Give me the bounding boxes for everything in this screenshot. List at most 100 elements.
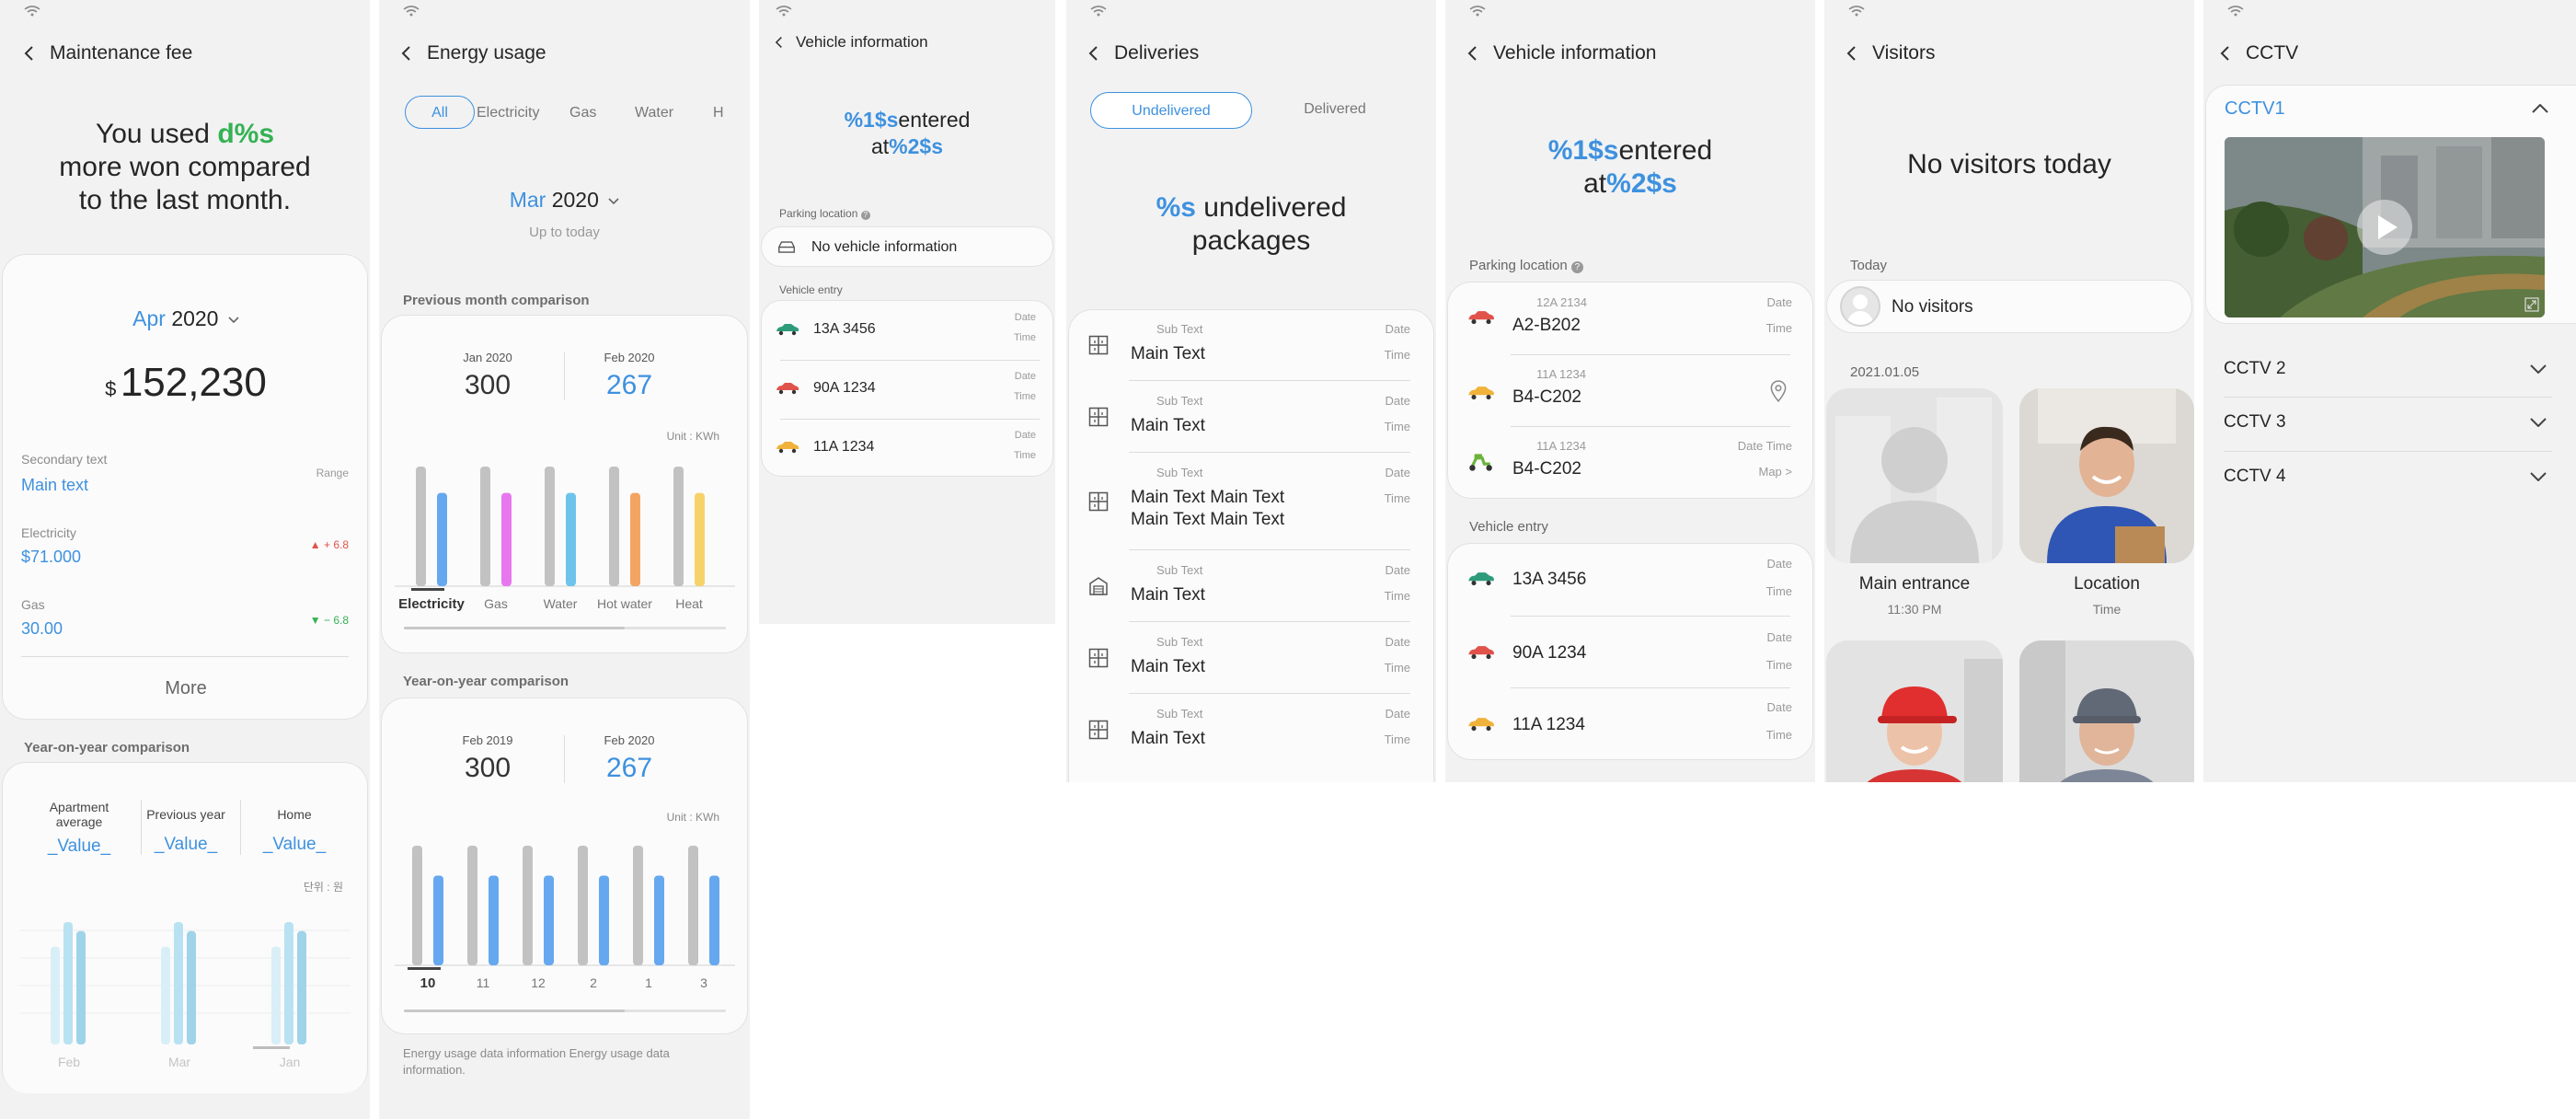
list-item[interactable]: 13A 3456 Date Time <box>762 301 1054 360</box>
cctv-list-item[interactable]: CCTV 2 <box>2203 342 2576 396</box>
back-button[interactable] <box>386 31 427 75</box>
bar-previous[interactable] <box>633 846 643 965</box>
x-tick-label[interactable]: Water <box>544 596 578 611</box>
tab-electricity[interactable]: Electricity <box>477 105 539 121</box>
visitor-card[interactable] <box>1826 640 2003 782</box>
fullscreen-icon[interactable] <box>2524 297 2539 312</box>
bar-previous[interactable] <box>412 846 422 965</box>
bar-current[interactable] <box>501 492 512 586</box>
tab-delivered[interactable]: Delivered <box>1261 101 1409 118</box>
scroll-indicator[interactable] <box>404 1009 726 1012</box>
cctv-item-title[interactable]: CCTV1 <box>2225 98 2285 120</box>
x-tick-label[interactable]: 2 <box>590 975 597 990</box>
bar-current[interactable] <box>654 875 664 966</box>
back-button[interactable] <box>2205 31 2246 75</box>
back-button[interactable] <box>763 20 796 64</box>
fee-bar[interactable] <box>63 922 73 1044</box>
bar-previous[interactable] <box>545 467 555 586</box>
x-tick-label[interactable]: Jan <box>280 1055 301 1069</box>
x-tick-label[interactable]: 11 <box>477 975 490 990</box>
electricity-change: ▲ + 6.8 <box>309 538 349 551</box>
fee-bar[interactable] <box>76 930 86 1044</box>
back-button[interactable] <box>9 31 50 75</box>
bar-previous[interactable] <box>523 846 533 965</box>
fee-bar[interactable] <box>161 946 170 1044</box>
delivery-item[interactable]: Sub Text Main Text Date Time <box>1068 550 1434 622</box>
visitor-card[interactable] <box>2019 640 2194 782</box>
visitor-person-photo <box>2019 640 2194 782</box>
tab-gas[interactable]: Gas <box>569 105 596 121</box>
tab-heat[interactable]: H <box>713 105 724 121</box>
back-button[interactable] <box>1074 31 1114 75</box>
bar-current[interactable] <box>433 875 443 966</box>
tab-undelivered[interactable]: Undelivered <box>1090 92 1252 129</box>
tab-water[interactable]: Water <box>635 105 673 121</box>
fee-bar[interactable] <box>297 930 306 1044</box>
delivery-item[interactable]: Sub Text Main Text Date Time <box>1068 622 1434 694</box>
bar-previous[interactable] <box>416 467 426 586</box>
back-button[interactable] <box>1832 31 1872 75</box>
bar-current[interactable] <box>709 875 719 966</box>
bar-previous[interactable] <box>688 846 698 965</box>
bar-previous[interactable] <box>480 467 490 586</box>
x-tick-label[interactable]: 12 <box>531 975 546 990</box>
cctv-list-item[interactable]: CCTV 3 <box>2203 398 2576 451</box>
fee-bar[interactable] <box>174 922 183 1044</box>
bar-current[interactable] <box>544 875 554 966</box>
chevron-up-icon[interactable] <box>2532 104 2548 113</box>
tab-all[interactable]: All <box>405 96 475 129</box>
bar-current[interactable] <box>566 492 576 586</box>
map-link[interactable]: Map > <box>1759 465 1793 479</box>
month-selector[interactable]: Mar 2020 <box>379 188 750 213</box>
fee-bar[interactable] <box>284 922 293 1044</box>
bar-current[interactable] <box>695 492 705 586</box>
delivery-item[interactable]: Sub Text Main Text Main Text Main Text Mai… <box>1068 453 1434 550</box>
x-tick-label[interactable]: Feb <box>58 1055 80 1069</box>
x-tick-label[interactable]: Hot water <box>597 596 652 611</box>
bar-previous[interactable] <box>467 846 477 965</box>
list-item[interactable]: 11A 1234 Date Time <box>762 419 1054 478</box>
list-item[interactable]: 13A 3456 Date Time <box>1448 544 1814 616</box>
x-tick-label[interactable]: 10 <box>420 975 436 991</box>
month-selector[interactable]: Apr 2020 <box>3 306 369 331</box>
list-item[interactable]: 11A 1234 B4-C202 Date Time Map > <box>1448 426 1814 498</box>
x-tick-label[interactable]: Gas <box>484 596 508 611</box>
cctv-list-item[interactable]: CCTV 4 <box>2203 452 2576 505</box>
bar-current[interactable] <box>630 492 640 586</box>
more-button[interactable]: More <box>3 678 369 699</box>
x-tick-label[interactable]: Electricity <box>398 596 465 612</box>
delivery-main-text: Main Text Main Text <box>1131 488 1285 507</box>
bar-previous[interactable] <box>578 846 588 965</box>
delivery-item[interactable]: Sub Text Main Text Date Time <box>1068 381 1434 453</box>
list-item[interactable]: 11A 1234 B4-C202 <box>1448 354 1814 426</box>
list-item[interactable]: 11A 1234 Date Time <box>1448 687 1814 759</box>
bar-current[interactable] <box>437 492 447 586</box>
x-tick-label[interactable]: Heat <box>675 596 703 611</box>
back-button[interactable] <box>1453 31 1493 75</box>
list-item[interactable]: 90A 1234 Date Time <box>1448 616 1814 687</box>
fee-bar[interactable] <box>187 930 196 1044</box>
delivery-item[interactable]: Sub Text Main Text Date Time <box>1068 309 1434 381</box>
visitor-card[interactable] <box>2019 388 2194 563</box>
info-icon[interactable]: ? <box>1570 261 1583 273</box>
play-button[interactable] <box>2357 200 2412 255</box>
visitor-card[interactable] <box>1826 388 2003 572</box>
bar-current[interactable] <box>489 875 499 966</box>
list-item[interactable]: 90A 1234 Date Time <box>762 360 1054 419</box>
cctv-video-feed[interactable] <box>2225 137 2545 317</box>
parking-card[interactable]: No vehicle information <box>761 226 1053 267</box>
list-item[interactable]: 12A 2134 A2-B202 Date Time <box>1448 283 1814 354</box>
x-tick-label[interactable]: 1 <box>645 975 652 990</box>
bar-previous[interactable] <box>609 467 619 586</box>
divider <box>564 735 565 783</box>
fee-bar[interactable] <box>271 946 281 1044</box>
bar-current[interactable] <box>599 875 609 966</box>
info-icon[interactable]: ? <box>860 211 870 220</box>
x-tick-label[interactable]: Mar <box>168 1055 190 1069</box>
scroll-indicator[interactable] <box>404 627 726 629</box>
fee-bar[interactable] <box>51 946 60 1044</box>
location-pin-icon[interactable] <box>1770 380 1787 402</box>
bar-previous[interactable] <box>673 467 684 586</box>
x-tick-label[interactable]: 3 <box>700 975 707 990</box>
delivery-item[interactable]: Sub Text Main Text Date Time <box>1068 694 1434 766</box>
